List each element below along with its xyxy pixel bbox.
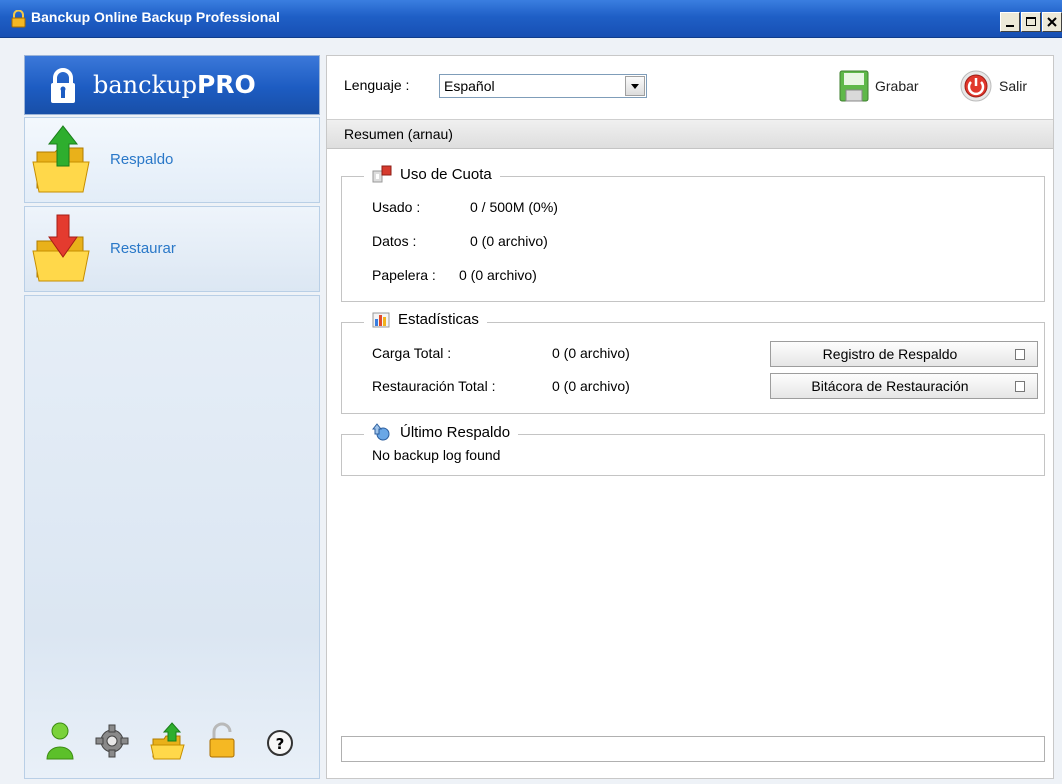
- sidebar-item-restaurar[interactable]: Restaurar: [24, 206, 320, 292]
- quota-title: Uso de Cuota: [400, 165, 492, 183]
- top-toolbar: Lenguaje : Español Grabar Salir: [327, 56, 1053, 116]
- save-button[interactable]: Grabar: [839, 68, 919, 104]
- language-label: Lenguaje :: [344, 77, 410, 93]
- language-select[interactable]: Español: [439, 74, 647, 98]
- trash-value: 0 (0 archivo): [459, 267, 537, 283]
- exit-button[interactable]: Salir: [959, 68, 1027, 104]
- last-backup-group: Último Respaldo No backup log found: [341, 423, 1045, 476]
- lock-icon: [11, 10, 26, 28]
- sidebar-item-label: Respaldo: [110, 151, 174, 168]
- bar-chart-icon: [372, 312, 390, 327]
- sidebar: banckupPRO Respaldo Restaurar ?: [24, 55, 320, 779]
- quota-group: Uso de Cuota Usado : 0 / 500M (0%) Datos…: [341, 165, 1045, 302]
- window-title: Banckup Online Backup Professional: [31, 9, 280, 25]
- maximize-button[interactable]: [1021, 12, 1041, 32]
- restore-total-value: 0 (0 archivo): [552, 378, 630, 394]
- save-label: Grabar: [875, 78, 919, 94]
- chevron-down-icon[interactable]: [625, 76, 645, 96]
- stats-legend: Estadísticas: [364, 311, 487, 328]
- last-backup-title: Último Respaldo: [400, 423, 511, 441]
- lock-logo-icon: [51, 68, 75, 103]
- trash-label: Papelera :: [372, 267, 436, 283]
- last-backup-legend: Último Respaldo: [364, 423, 519, 441]
- data-label: Datos :: [372, 233, 417, 249]
- power-icon: [960, 70, 992, 102]
- used-value: 0 / 500M (0%): [470, 199, 558, 215]
- upload-folder-icon[interactable]: [150, 721, 186, 761]
- brand-text: banckupPRO: [93, 70, 256, 99]
- window-controls: [1000, 12, 1062, 34]
- globe-upload-icon: [372, 423, 390, 441]
- restore-folder-icon: [32, 214, 90, 282]
- document-icon: [1015, 381, 1025, 392]
- user-icon[interactable]: [42, 721, 78, 761]
- data-value: 0 (0 archivo): [470, 233, 548, 249]
- backup-log-button[interactable]: Registro de Respaldo: [770, 341, 1038, 367]
- quota-icon: [372, 165, 392, 183]
- lock-icon[interactable]: [204, 721, 240, 761]
- backup-log-label: Registro de Respaldo: [822, 346, 958, 362]
- stats-title: Estadísticas: [398, 311, 479, 328]
- status-bar: [341, 736, 1045, 762]
- sidebar-empty-area: [24, 295, 320, 779]
- stats-group: Estadísticas Carga Total : 0 (0 archivo)…: [341, 311, 1045, 414]
- upload-total-label: Carga Total :: [372, 345, 452, 361]
- upload-total-value: 0 (0 archivo): [552, 345, 630, 361]
- quota-legend: Uso de Cuota: [364, 165, 500, 183]
- backup-folder-icon: [32, 125, 90, 193]
- minimize-button[interactable]: [1000, 12, 1020, 32]
- document-icon: [1015, 349, 1025, 360]
- restore-log-label: Bitácora de Restauración: [811, 378, 969, 394]
- sidebar-item-label: Restaurar: [110, 240, 176, 257]
- exit-label: Salir: [999, 78, 1028, 94]
- restore-log-button[interactable]: Bitácora de Restauración: [770, 373, 1038, 399]
- brand-logo: banckupPRO: [24, 55, 320, 115]
- help-icon[interactable]: ?: [262, 721, 298, 761]
- gear-icon[interactable]: [94, 721, 130, 761]
- svg-text:?: ?: [276, 735, 285, 753]
- sidebar-item-respaldo[interactable]: Respaldo: [24, 117, 320, 203]
- language-selected-value: Español: [444, 78, 495, 94]
- title-bar: Banckup Online Backup Professional: [0, 0, 1062, 38]
- used-label: Usado :: [372, 199, 421, 215]
- summary-header: Resumen (arnau): [327, 119, 1053, 149]
- sidebar-bottom-toolbar: ?: [24, 715, 320, 765]
- main-panel: Lenguaje : Español Grabar Salir Resumen …: [326, 55, 1054, 779]
- last-backup-message: No backup log found: [372, 447, 501, 463]
- summary-title: Resumen (arnau): [344, 126, 453, 142]
- save-icon: [839, 70, 869, 102]
- restore-total-label: Restauración Total :: [372, 378, 496, 394]
- close-button[interactable]: [1042, 12, 1062, 32]
